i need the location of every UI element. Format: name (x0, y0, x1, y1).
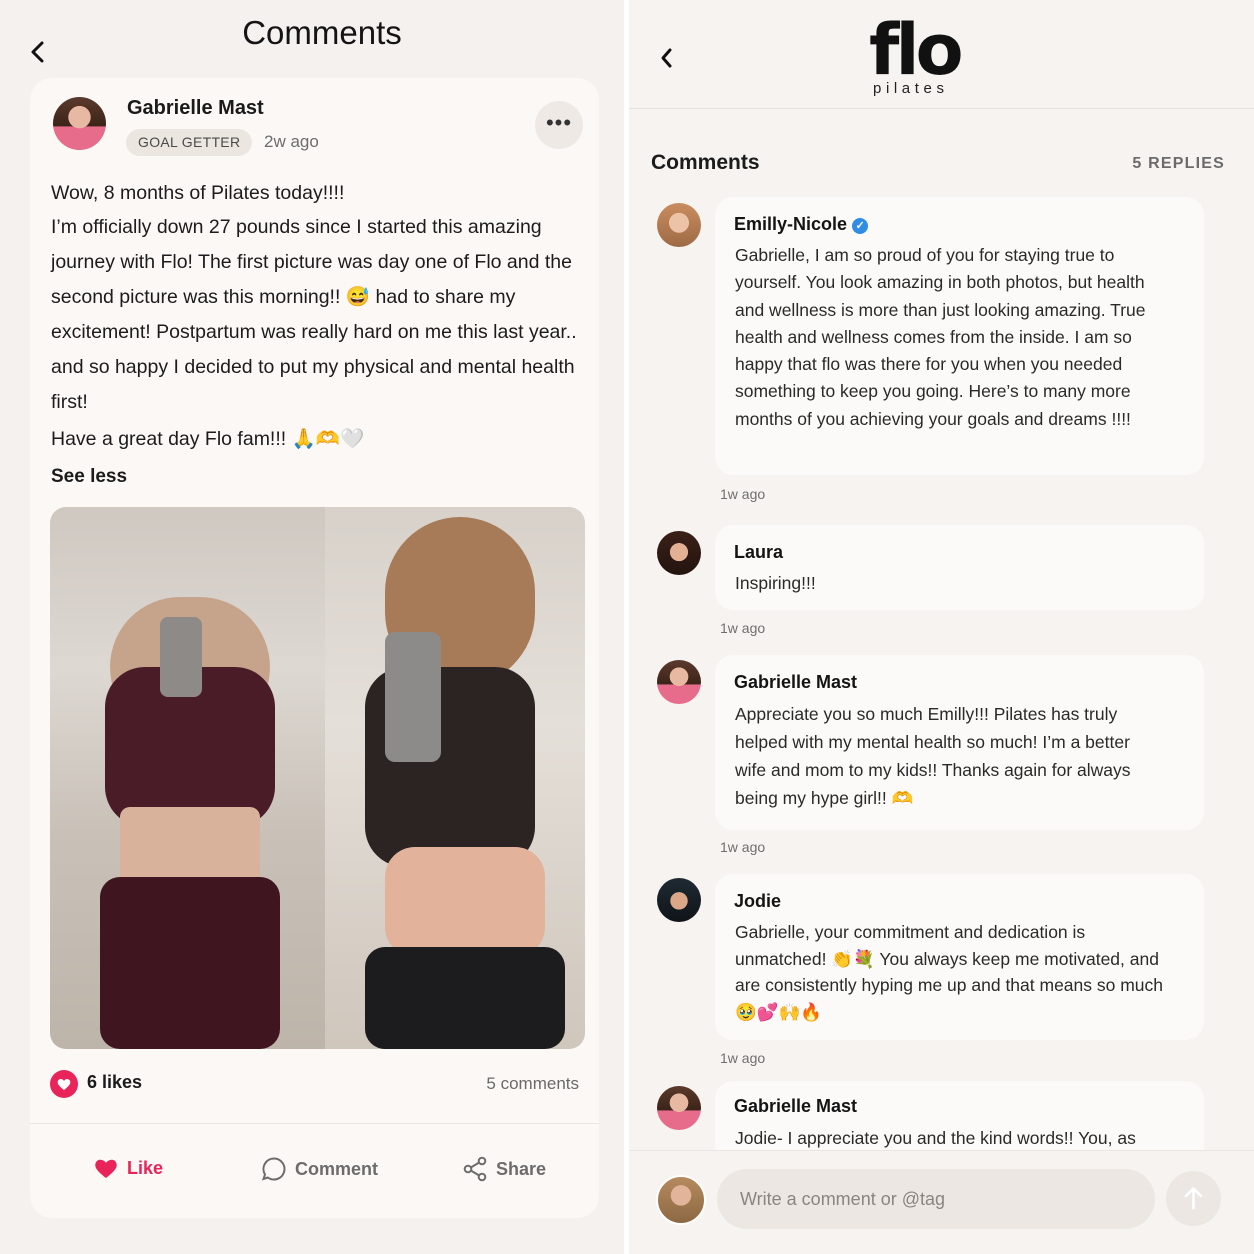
author-badge: GOAL GETTER (126, 129, 253, 156)
comments-panel: flo pilates Comments 5 REPLIES Emilly-Ni… (629, 0, 1254, 1254)
post-paragraph: I’m officially down 27 pounds since I st… (51, 216, 577, 413)
send-button[interactable] (1166, 1171, 1221, 1226)
comment-item: Gabrielle Mast Jodie- I appreciate you a… (629, 1081, 1254, 1150)
post-card: Gabrielle Mast GOAL GETTER 2w ago ••• Wo… (30, 78, 599, 1218)
comment-time: 1w ago (720, 839, 766, 855)
comment-text: Inspiring!!! (735, 573, 816, 593)
comments-heading: Comments (651, 151, 760, 174)
chevron-left-icon (661, 48, 672, 68)
comment-text: Jodie- I appreciate you and the kind wor… (735, 1128, 1136, 1148)
comment-bubble: Gabrielle Mast Appreciate you so much Em… (715, 655, 1204, 830)
before-photo (50, 507, 325, 1049)
commenter-avatar[interactable] (657, 1086, 701, 1130)
comment-text: Gabrielle, I am so proud of you for stay… (735, 245, 1146, 429)
commenter-name[interactable]: Gabrielle Mast (734, 672, 857, 693)
replies-count: 5 REPLIES (1132, 155, 1225, 172)
current-user-avatar (656, 1175, 706, 1225)
comment-bubble: Emilly-Nicole ✓ Gabrielle, I am so proud … (715, 197, 1204, 475)
share-button[interactable]: Share (462, 1156, 546, 1182)
more-icon: ••• (545, 110, 573, 135)
share-icon (463, 1156, 487, 1182)
post-line: Wow, 8 months of Pilates today!!!! (51, 182, 345, 204)
comment-composer (629, 1150, 1254, 1254)
page-title: Comments (242, 14, 402, 51)
comment-text: Gabrielle, your commitment and dedicatio… (735, 922, 1164, 1022)
commenter-avatar[interactable] (657, 878, 701, 922)
commenter-avatar[interactable] (657, 660, 701, 704)
commenter-name-text: Emilly-Nicole (734, 214, 848, 234)
comment-text: Appreciate you so much Emilly!!! Pilates… (735, 704, 1131, 808)
heart-icon (95, 1159, 117, 1178)
app-header: flo pilates (629, 0, 1254, 109)
post-panel: Comments Gabrielle Mast GOAL GETTER 2w a… (0, 0, 624, 1254)
post-body: Wow, 8 months of Pilates today!!!! I’m o… (51, 176, 586, 458)
commenter-avatar[interactable] (657, 203, 701, 247)
like-label: Like (127, 1157, 164, 1178)
after-photo (325, 507, 585, 1049)
see-less-link[interactable]: See less (51, 466, 127, 488)
comment-bubble: Jodie Gabrielle, your commitment and ded… (715, 874, 1204, 1040)
commenter-name[interactable]: Emilly-Nicole ✓ (734, 214, 869, 235)
comment-icon (261, 1157, 286, 1181)
post-line: Have a great day Flo fam!!! 🙏🫶🤍 (51, 428, 365, 450)
comments-count[interactable]: 5 comments (486, 1074, 579, 1094)
author-avatar[interactable] (53, 97, 106, 150)
comment-bubble: Laura Inspiring!!! (715, 525, 1204, 610)
comment-input[interactable] (717, 1169, 1155, 1229)
commenter-name[interactable]: Jodie (734, 891, 781, 912)
comment-time: 1w ago (720, 1050, 766, 1066)
comment-button[interactable]: Comment (261, 1156, 378, 1182)
flo-logo-subtitle: pilates (873, 80, 949, 97)
commenter-name[interactable]: Laura (734, 542, 783, 563)
back-button[interactable] (658, 46, 676, 70)
progress-photos[interactable] (50, 507, 585, 1049)
comment-time: 1w ago (720, 486, 766, 502)
like-button[interactable]: Like (93, 1156, 163, 1180)
post-timestamp: 2w ago (264, 132, 319, 151)
post-stats: 6 likes 5 comments (50, 1068, 579, 1098)
more-options-button[interactable]: ••• (535, 101, 583, 149)
comment-time: 1w ago (720, 620, 766, 636)
commenter-name[interactable]: Gabrielle Mast (734, 1096, 857, 1117)
send-arrow-icon (1184, 1187, 1203, 1210)
flo-logo: flo (869, 9, 964, 91)
author-name[interactable]: Gabrielle Mast (127, 97, 264, 120)
comment-bubble: Gabrielle Mast Jodie- I appreciate you a… (715, 1081, 1204, 1150)
action-bar: Like Comment Share (30, 1123, 599, 1218)
commenter-avatar[interactable] (657, 531, 701, 575)
comment-label: Comment (295, 1158, 379, 1179)
heart-icon (50, 1070, 78, 1098)
verified-icon: ✓ (852, 218, 869, 234)
likes-count[interactable]: 6 likes (87, 1072, 142, 1093)
share-label: Share (496, 1158, 547, 1179)
